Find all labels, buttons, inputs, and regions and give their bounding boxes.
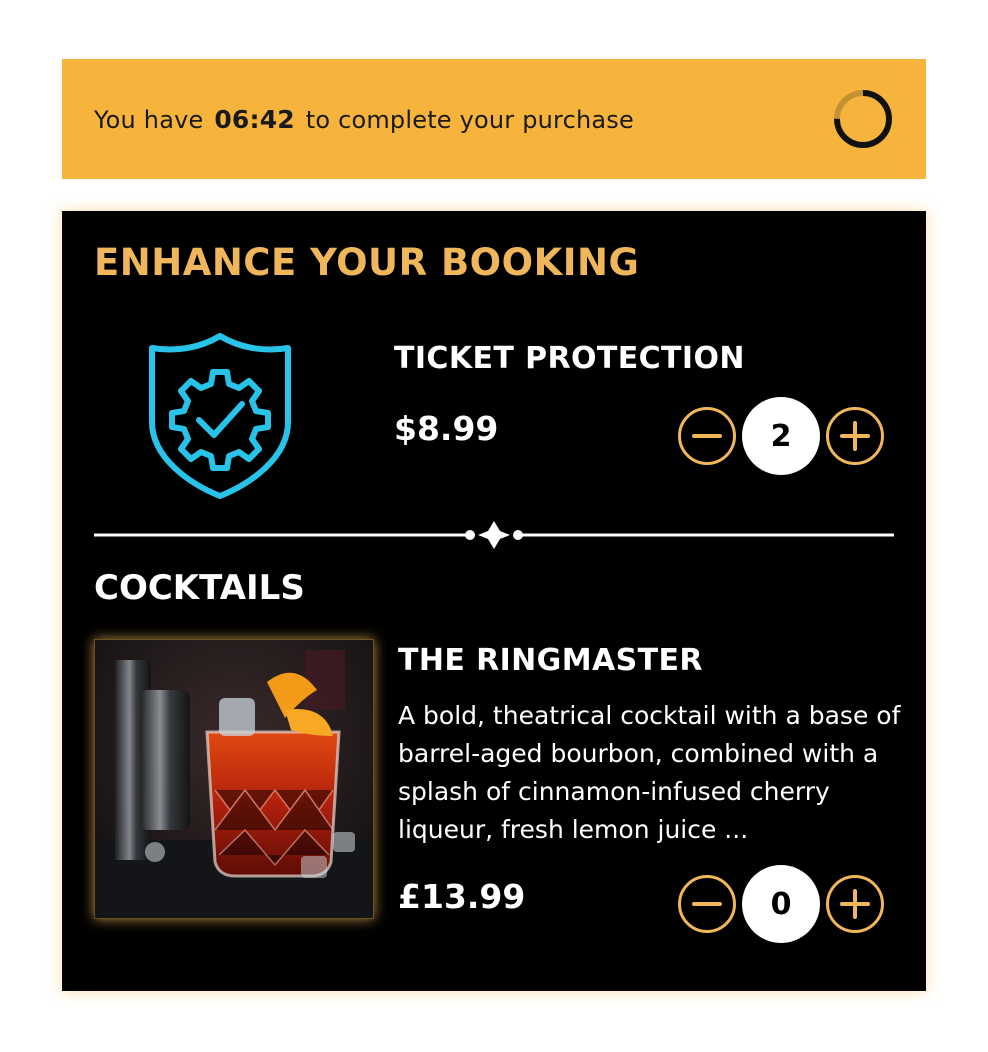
timer-banner: You have 06:42 to complete your purchase [62,59,926,179]
minus-icon [692,434,722,438]
timer-prefix: You have [94,105,204,134]
timer-countdown: 06:42 [214,104,295,134]
cocktails-heading: COCKTAILS [94,568,305,608]
shield-gear-check-icon [149,333,291,499]
countdown-ring-icon [834,90,892,148]
cocktail-photo [94,639,374,919]
ticket-protection-quantity: 2 [742,397,820,475]
increase-ticket-protection-button[interactable] [826,407,884,465]
timer-message: You have 06:42 to complete your purchase [94,105,634,134]
ornamental-divider [94,521,894,549]
decrease-cocktail-button[interactable] [678,875,736,933]
section-heading: ENHANCE YOUR BOOKING [94,241,640,284]
ticket-protection-title: TICKET PROTECTION [394,341,745,376]
timer-suffix: to complete your purchase [305,105,634,134]
cocktail-quantity-stepper: 0 [678,865,884,943]
minus-icon [692,902,722,906]
ticket-protection-quantity-stepper: 2 [678,397,884,475]
plus-icon [840,421,870,451]
ticket-protection-price: $8.99 [394,409,499,448]
cocktail-description: A bold, theatrical cocktail with a base … [398,701,901,844]
cocktail-quantity: 0 [742,865,820,943]
decrease-ticket-protection-button[interactable] [678,407,736,465]
increase-cocktail-button[interactable] [826,875,884,933]
booking-extras-card: ENHANCE YOUR BOOKING TICKET PROTECTION $… [62,211,926,991]
cocktail-title: THE RINGMASTER [398,643,703,678]
plus-icon [840,889,870,919]
cocktail-price: £13.99 [398,877,526,916]
